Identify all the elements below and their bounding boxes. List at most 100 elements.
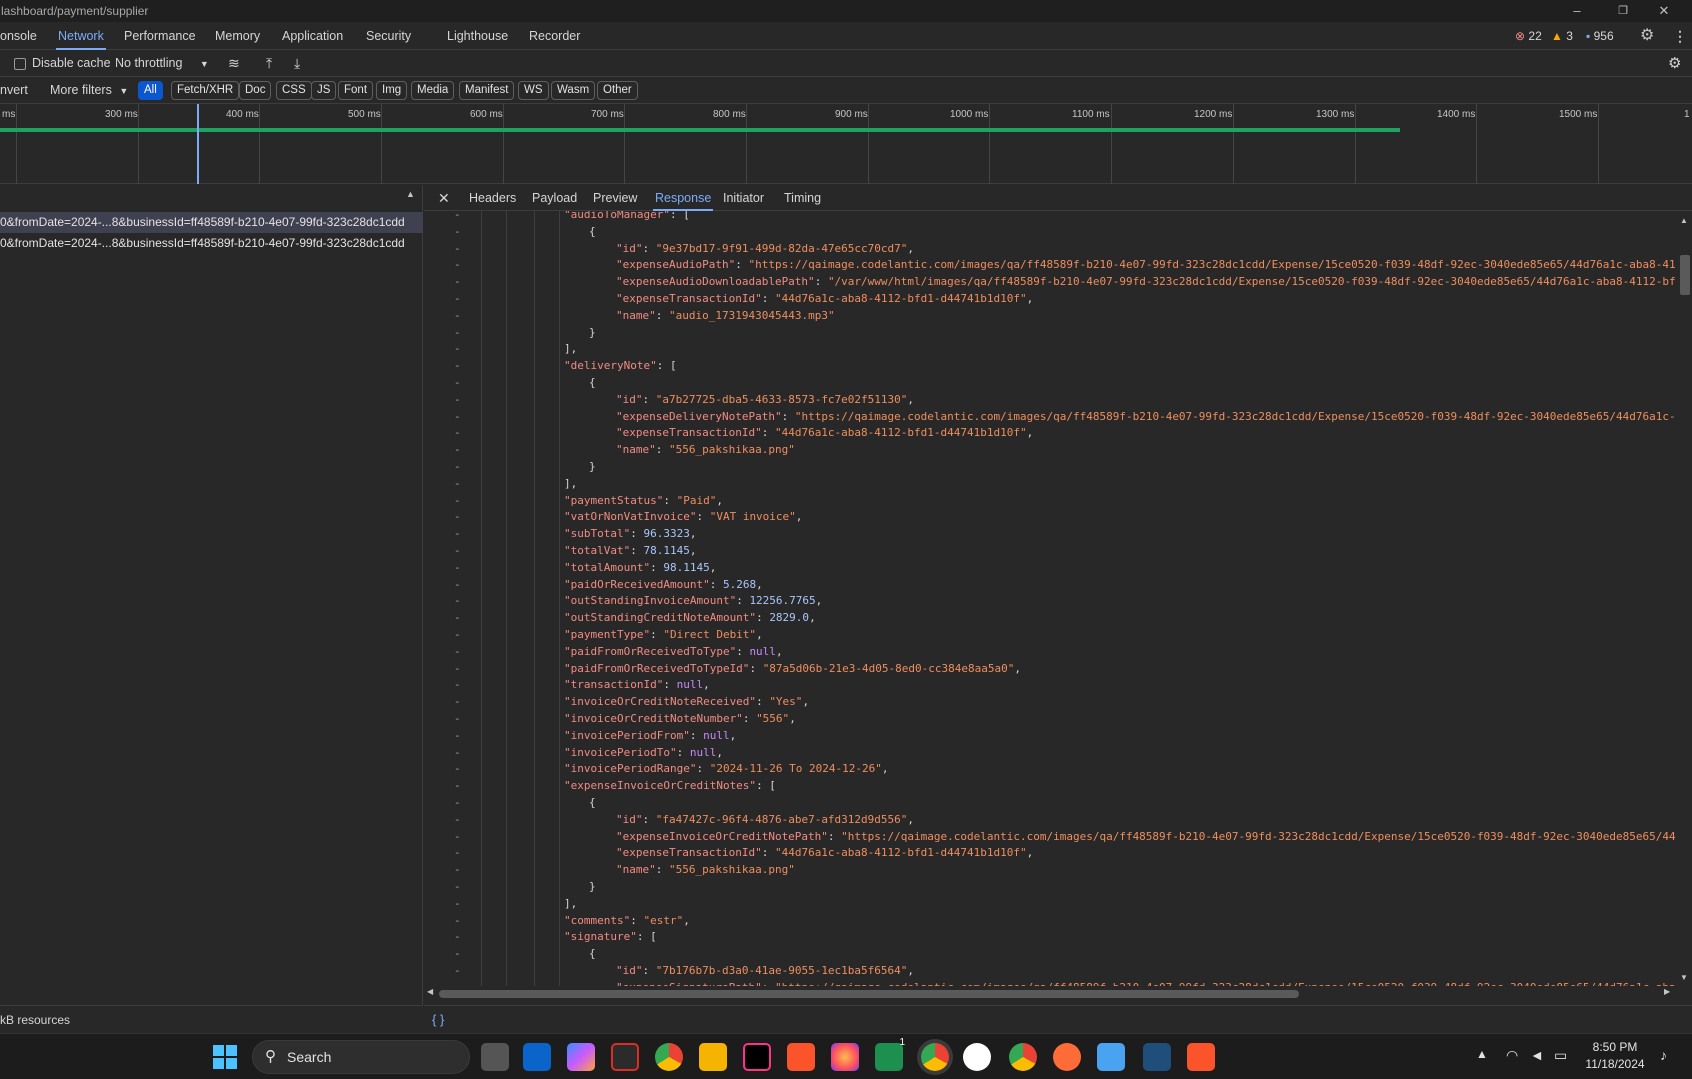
task-view-icon[interactable] (481, 1043, 509, 1071)
tab-security[interactable]: Security (366, 22, 411, 50)
pretty-print-button[interactable]: { } (432, 1006, 444, 1034)
response-line: - "outStandingCreditNoteAmount": 2829.0, (424, 610, 1676, 627)
response-line: -], (424, 476, 1676, 493)
network-timeline-overview[interactable]: ms 300 ms 400 ms 500 ms 600 ms 700 ms 80… (0, 104, 1692, 184)
tab-payload[interactable]: Payload (532, 185, 577, 211)
close-window-button[interactable]: ✕ (1644, 0, 1684, 22)
minimize-button[interactable]: – (1557, 0, 1597, 22)
scroll-right-icon[interactable]: ▶ (1664, 987, 1670, 996)
tab-memory[interactable]: Memory (215, 22, 260, 50)
intellij-icon[interactable] (743, 1043, 771, 1071)
filter-all[interactable]: All (138, 81, 163, 100)
timeline-cursor[interactable] (197, 104, 199, 184)
mobile-app-icon[interactable] (963, 1043, 991, 1071)
json-token: : (642, 241, 656, 255)
throttling-select[interactable]: No throttling ▼ (115, 50, 209, 78)
line-marker: - (454, 661, 461, 675)
chat-app-icon[interactable]: 1 (875, 1037, 905, 1071)
network-settings-icon[interactable]: ⚙ (1668, 50, 1681, 77)
filter-other[interactable]: Other (597, 81, 638, 100)
filter-img[interactable]: Img (376, 81, 408, 100)
json-token: "totalVat" (564, 544, 631, 557)
battery-icon[interactable]: ▭ (1554, 1047, 1567, 1064)
volume-icon[interactable]: ◄ (1530, 1047, 1544, 1063)
response-line: - "invoiceOrCreditNoteNumber": "556", (424, 711, 1676, 728)
json-token: "Direct Debit" (663, 628, 757, 641)
tab-console[interactable]: onsole (0, 22, 37, 50)
filter-css[interactable]: CSS (276, 81, 312, 100)
json-token: , (802, 695, 810, 709)
filter-fetch-xhr[interactable]: Fetch/XHR (171, 81, 240, 100)
chrome-profile-icon[interactable] (921, 1043, 949, 1071)
filter-font[interactable]: Font (338, 81, 374, 100)
horizontal-scroll-thumb[interactable] (439, 990, 1299, 998)
vertical-scrollbar[interactable]: ▲ ▼ (1677, 211, 1692, 986)
tab-lighthouse[interactable]: Lighthouse (447, 22, 508, 50)
settings-gear-icon[interactable]: ⚙ (1640, 22, 1654, 50)
close-detail-icon[interactable]: ✕ (438, 185, 450, 211)
chrome-icon[interactable] (655, 1043, 683, 1071)
request-row[interactable]: 0&fromDate=2024-...8&businessId=ff48589f… (0, 212, 423, 233)
tab-performance[interactable]: Performance (124, 22, 196, 50)
windows-start-icon[interactable] (213, 1045, 237, 1069)
request-row[interactable]: 0&fromDate=2024-...8&businessId=ff48589f… (0, 233, 423, 254)
system-clock[interactable]: 8:50 PM 11/18/2024 (1580, 1039, 1650, 1073)
notifications-bell-icon[interactable]: ♪ (1660, 1047, 1667, 1063)
tab-headers[interactable]: Headers (469, 185, 516, 211)
json-token: : (650, 560, 664, 574)
invert-label[interactable]: nvert (0, 77, 28, 104)
filter-js[interactable]: JS (311, 81, 337, 100)
filter-wasm[interactable]: Wasm (551, 81, 596, 100)
import-har-icon[interactable]: ⤒ (266, 50, 272, 77)
json-token: 78.1145 (643, 544, 690, 557)
response-line-content: } (589, 325, 596, 342)
json-token: "expenseAudioPath" (616, 258, 736, 272)
more-filters-dropdown[interactable]: More filters ▼ (50, 77, 128, 105)
warning-count[interactable]: ▲ 3 (1551, 22, 1573, 50)
timeline-tick-label: 1500 ms (1559, 109, 1598, 120)
network-conditions-icon[interactable]: ≋ (228, 50, 240, 77)
json-token: "fa47427c-96f4-4876-abe7-afd312d9d556" (655, 812, 908, 826)
vertical-scroll-thumb[interactable] (1680, 255, 1690, 295)
copilot-icon[interactable] (567, 1043, 595, 1071)
wifi-icon[interactable]: ◠ (1506, 1047, 1518, 1064)
more-options-icon[interactable]: ⋮ (1673, 22, 1687, 50)
filter-doc[interactable]: Doc (239, 81, 272, 100)
brave-icon[interactable] (787, 1043, 815, 1071)
scroll-down-icon[interactable]: ▼ (1680, 973, 1688, 982)
chrome-profile-2-icon[interactable] (1009, 1043, 1037, 1071)
response-line: - "id": "9e37bd17-9f91-499d-82da-47e65cc7… (424, 241, 1676, 258)
tab-timing[interactable]: Timing (784, 185, 821, 211)
tab-preview[interactable]: Preview (593, 185, 637, 211)
response-body[interactable]: - "audioToManager": [-{- "id": "9e37bd17-9… (424, 211, 1676, 986)
filter-media[interactable]: Media (411, 81, 455, 100)
export-har-icon[interactable]: ⤓ (294, 50, 300, 77)
taskbar-search[interactable]: ⚲ Search (252, 1040, 470, 1074)
tab-response[interactable]: Response (653, 185, 714, 211)
error-count[interactable]: ⊗ 22 (1515, 22, 1542, 50)
response-line: - "signature": [ (424, 929, 1676, 946)
screen-recorder-icon[interactable] (611, 1043, 639, 1071)
outlook-icon[interactable] (523, 1043, 551, 1071)
notepad-icon[interactable] (1097, 1043, 1125, 1071)
restore-button[interactable]: ❐ (1603, 0, 1643, 22)
tab-recorder[interactable]: Recorder (529, 22, 580, 50)
json-token: "expenseInvoiceOrCreditNotePath" (616, 829, 828, 843)
file-explorer-icon[interactable] (699, 1043, 727, 1071)
sort-up-icon[interactable]: ▲ (406, 189, 415, 199)
postman-icon[interactable] (1053, 1043, 1081, 1071)
tab-network[interactable]: Network (56, 22, 106, 50)
filter-ws[interactable]: WS (518, 81, 549, 100)
tab-initiator[interactable]: Initiator (723, 185, 764, 211)
scroll-up-icon[interactable]: ▲ (1680, 216, 1688, 225)
brave-2-icon[interactable] (1187, 1043, 1215, 1071)
message-count[interactable]: ▪ 956 (1586, 22, 1614, 50)
filter-manifest[interactable]: Manifest (459, 81, 515, 100)
tray-overflow-icon[interactable]: ▲ (1476, 1047, 1488, 1061)
response-line-content: { (589, 224, 596, 241)
sql-server-icon[interactable] (1143, 1043, 1171, 1071)
scroll-left-icon[interactable]: ◀ (427, 987, 433, 996)
tab-application[interactable]: Application (282, 22, 343, 50)
firefox-icon[interactable] (831, 1043, 859, 1071)
disable-cache-checkbox[interactable] (14, 58, 26, 70)
